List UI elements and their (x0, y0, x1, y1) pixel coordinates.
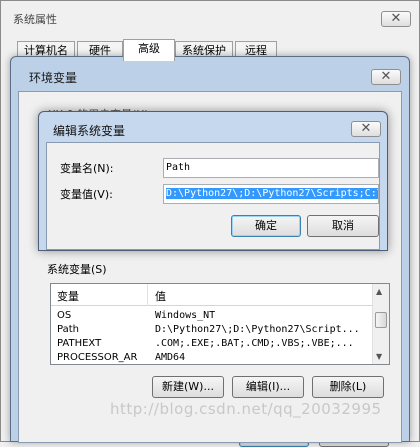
edit-system-variable-dialog: 编辑系统变量 ✕ 变量名(N): Path 变量值(V): D:\Python2… (38, 111, 388, 251)
system-properties-title: 系统属性 (13, 13, 57, 26)
column-header-variable[interactable]: 变量 (57, 288, 79, 304)
column-divider[interactable] (147, 284, 148, 306)
variable-value-selection: D:\Python27\;D:\Python27\Scripts;C:\ (166, 188, 378, 199)
list-header: 变量 值 (51, 284, 373, 306)
watermark: http://blog.csdn.net/qq_20032995 (110, 400, 382, 418)
scroll-thumb[interactable] (375, 312, 387, 328)
delete-variable-button[interactable]: 删除(L) (312, 376, 384, 398)
edit-dialog-client-area: 变量名(N): Path 变量值(V): D:\Python27\;D:\Pyt… (46, 142, 380, 250)
column-header-value[interactable]: 值 (155, 288, 166, 304)
edit-dialog-ok-button[interactable]: 确定 (231, 215, 301, 237)
system-variables-label: 系统变量(S) (47, 263, 107, 276)
list-scrollbar[interactable]: ▲ ▼ (372, 284, 389, 364)
table-row[interactable]: PROCESSOR_AR AMD64 (51, 350, 373, 364)
row-value: AMD64 (155, 352, 186, 363)
variable-value-field[interactable]: D:\Python27\;D:\Python27\Scripts;C:\ (163, 184, 379, 204)
system-properties-close-button[interactable]: ✕ (381, 11, 411, 27)
row-name: PROCESSOR_AR (57, 352, 138, 363)
scroll-up-icon[interactable]: ▲ (376, 287, 382, 296)
environment-variables-title: 环境变量 (29, 71, 78, 85)
scroll-down-icon[interactable]: ▼ (376, 352, 382, 361)
edit-variable-button[interactable]: 编辑(I)... (232, 376, 304, 398)
system-properties-titlebar[interactable]: 系统属性 ✕ (1, 1, 419, 33)
variable-name-label: 变量名(N): (60, 162, 114, 175)
system-variables-list[interactable]: 变量 值 OS Windows_NT Path D:\Python27\;D:\… (50, 283, 390, 365)
variable-name-field[interactable]: Path (163, 158, 379, 178)
edit-dialog-title: 编辑系统变量 (53, 124, 126, 138)
edit-dialog-close-button[interactable]: ✕ (351, 121, 381, 137)
tab-advanced[interactable]: 高级 (123, 39, 175, 61)
environment-variables-close-button[interactable]: ✕ (371, 69, 401, 85)
new-variable-button[interactable]: 新建(W)... (152, 376, 224, 398)
variable-value-label: 变量值(V): (60, 188, 113, 201)
edit-dialog-cancel-button[interactable]: 取消 (307, 215, 379, 237)
